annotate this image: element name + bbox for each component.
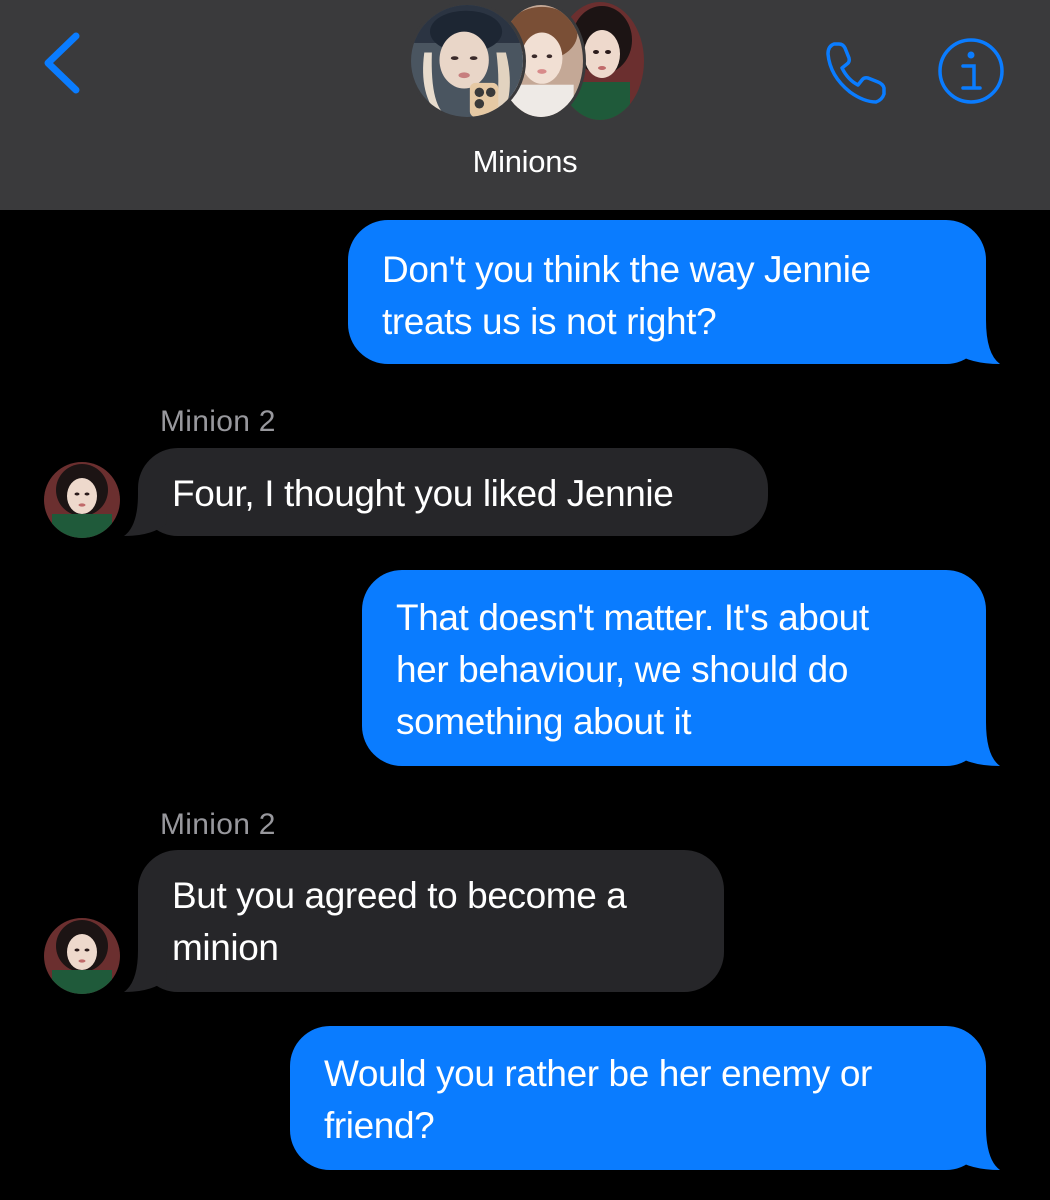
outgoing-message[interactable]: That doesn't matter. It's about her beha… xyxy=(362,570,986,766)
group-avatars[interactable] xyxy=(408,2,644,120)
back-button[interactable] xyxy=(38,28,88,98)
bubble-tail xyxy=(950,1126,1000,1170)
messages-screen: Minions Don't you think the way Jennie t… xyxy=(0,0,1050,1200)
message-line: That doesn't matter. It's about xyxy=(396,597,869,638)
message-line: Four, I thought you liked Jennie xyxy=(172,473,674,514)
message-line: But you agreed to become a xyxy=(172,875,627,916)
message-line: minion xyxy=(172,927,279,968)
bubble-tail xyxy=(950,722,1000,766)
message-line: Would you rather be her enemy or xyxy=(324,1053,872,1094)
sender-name: Minion 2 xyxy=(160,405,276,438)
sender-avatar[interactable] xyxy=(44,918,120,994)
bubble-tail xyxy=(950,320,1000,364)
sender-avatar[interactable] xyxy=(44,462,120,538)
outgoing-message[interactable]: Would you rather be her enemy or friend? xyxy=(290,1026,986,1170)
call-button[interactable] xyxy=(820,36,892,108)
info-button[interactable] xyxy=(936,36,1006,106)
message-line: Don't you think the way Jennie xyxy=(382,249,871,290)
conversation-header: Minions xyxy=(0,0,1050,210)
outgoing-message[interactable]: Don't you think the way Jennie treats us… xyxy=(348,220,986,364)
message-line: something about it xyxy=(396,701,692,742)
avatar xyxy=(408,2,526,120)
incoming-message[interactable]: Four, I thought you liked Jennie xyxy=(138,448,768,536)
incoming-message[interactable]: But you agreed to become a minion xyxy=(138,850,724,992)
message-line: friend? xyxy=(324,1105,435,1146)
sender-name: Minion 2 xyxy=(160,808,276,841)
bubble-tail xyxy=(124,494,168,536)
message-line: her behaviour, we should do xyxy=(396,649,849,690)
info-icon xyxy=(938,38,1004,104)
conversation-title[interactable]: Minions xyxy=(0,144,1050,180)
chevron-left-icon xyxy=(44,32,80,94)
message-line: treats us is not right? xyxy=(382,301,717,342)
bubble-tail xyxy=(124,950,168,992)
phone-icon xyxy=(826,42,886,104)
